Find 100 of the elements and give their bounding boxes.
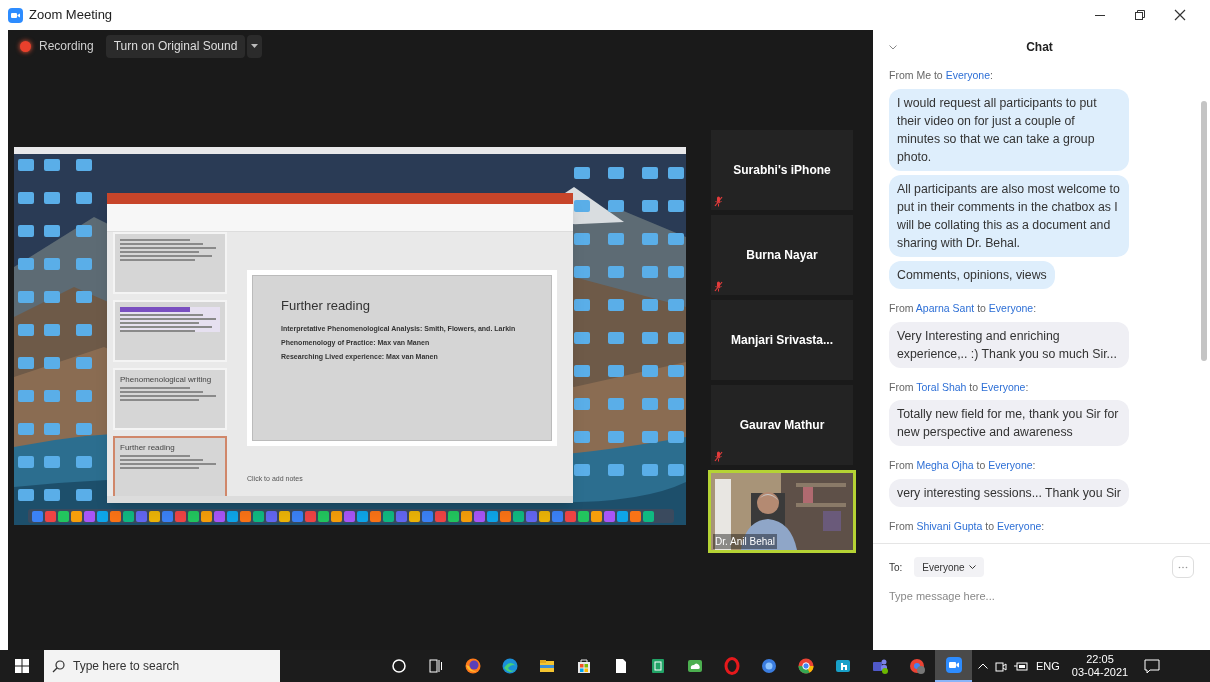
folder-icon (608, 299, 624, 311)
folder-icon (44, 258, 60, 270)
folder-icon (574, 233, 590, 245)
battery-plug-icon[interactable] (1014, 660, 1028, 672)
folder-icon (574, 365, 590, 377)
chat-message: Totally new field for me, thank you Sir for new perspective and awareness (889, 400, 1129, 447)
folder-icon (44, 390, 60, 402)
folder-icon (537, 657, 556, 675)
folder-icon (668, 431, 684, 443)
folder-icon (18, 291, 34, 303)
folder-icon (642, 332, 658, 344)
restore-icon (1134, 9, 1146, 21)
folder-icon (574, 266, 590, 278)
folder-icon (642, 167, 658, 179)
folder-icon (608, 365, 624, 377)
close-icon (1174, 9, 1186, 21)
dropdown-caret-icon (968, 565, 976, 569)
folder-icon (76, 159, 92, 171)
folder-icon (18, 456, 34, 468)
message-input[interactable]: Type message here... (889, 586, 1194, 606)
folder-icon (668, 365, 684, 377)
participant-name: Manjari Srivasta... (730, 332, 833, 349)
folder-icon (574, 167, 590, 179)
globe-icon (759, 657, 778, 675)
slide-thumbnail[interactable] (113, 300, 227, 362)
folder-icon (76, 258, 92, 270)
folder-icon (18, 258, 34, 270)
folder-icon (642, 299, 658, 311)
message-header: From Aparna Sant to Everyone: (889, 300, 1038, 316)
folder-icon (76, 423, 92, 435)
caret-icon (251, 44, 259, 48)
cortana-circle-icon (389, 657, 408, 675)
original-sound-button[interactable]: Turn on Original Sound (105, 34, 246, 58)
folder-icon (44, 456, 60, 468)
windows-logo-icon (15, 659, 29, 673)
folder-icon (668, 332, 684, 344)
zoom-logo-icon (8, 7, 23, 23)
window-title: Zoom Meeting (29, 6, 113, 25)
message-header: From Megha Ojha to Everyone: (889, 458, 1037, 474)
folder-icon (642, 431, 658, 443)
folder-icon (76, 225, 92, 237)
thumbnail-title: Further reading (120, 443, 176, 453)
sound-options-button[interactable] (247, 34, 263, 58)
folder-icon (668, 233, 684, 245)
collapse-chevron-icon[interactable] (889, 44, 897, 50)
folder-icon (608, 167, 624, 179)
chevron-up-icon[interactable] (978, 663, 988, 669)
folder-icon (668, 266, 684, 278)
folder-icon (18, 225, 34, 237)
task-view-icon (426, 657, 445, 675)
folder-icon (608, 431, 624, 443)
cloud-icon (685, 657, 704, 675)
people-icon (870, 657, 889, 675)
clock-time[interactable]: 22:05 (1086, 653, 1114, 666)
participant-name: Surabhi's iPhone (733, 162, 831, 179)
chat-title: Chat (1026, 39, 1054, 56)
slide-thumbnail[interactable]: Phenomenological writing (113, 368, 227, 430)
folder-icon (608, 266, 624, 278)
folder-icon (608, 200, 624, 212)
recording-label: Recording (39, 38, 94, 55)
folder-icon (574, 431, 590, 443)
folder-icon (44, 324, 60, 336)
folder-icon (668, 299, 684, 311)
scrollbar[interactable] (1201, 101, 1207, 361)
chat-message: very interesting sessions... Thank you Sir (889, 479, 1129, 507)
folder-icon (76, 291, 92, 303)
notification-icon[interactable] (1144, 658, 1161, 674)
folder-icon (76, 489, 92, 501)
meet-camera-icon[interactable] (995, 659, 1007, 673)
taskbar-app-button[interactable] (935, 650, 972, 682)
slide-thumbnail[interactable] (113, 232, 227, 294)
chat-message: Comments, opinions, views (889, 260, 1055, 289)
video-camera-icon (944, 656, 963, 674)
chat-message: All participants are also most welcome to put in their comments in the chatbox as I will be collating this as a document and sharing with Dr. Behal. (889, 174, 1129, 257)
message-header: From Me to Everyone: (889, 68, 994, 83)
folder-icon (668, 464, 684, 476)
folder-icon (44, 291, 60, 303)
folder-icon (608, 233, 624, 245)
folder-icon (44, 192, 60, 204)
folder-icon (608, 464, 624, 476)
recipient-dropdown[interactable]: Everyone (914, 557, 984, 577)
fox-globe-icon (463, 657, 482, 675)
folder-icon (574, 200, 590, 212)
to-label: To: (889, 560, 903, 575)
slide-thumbnail[interactable]: Further reading (113, 436, 227, 496)
ring-icon (722, 657, 741, 675)
folder-icon (44, 489, 60, 501)
folder-icon (76, 456, 92, 468)
folder-icon (642, 233, 658, 245)
search-icon (52, 659, 65, 673)
search-field[interactable]: Type here to search (44, 650, 280, 682)
folder-icon (76, 390, 92, 402)
slide-title: Further reading (281, 297, 371, 315)
folder-icon (574, 398, 590, 410)
clock-date[interactable]: 03-04-2021 (1071, 666, 1129, 679)
folder-icon (18, 324, 34, 336)
participant-name: Gaurav Mathur (739, 417, 825, 434)
folder-icon (642, 365, 658, 377)
participant-name: Dr. Anil Behal (713, 534, 778, 549)
language-indicator[interactable]: ENG (1036, 657, 1060, 675)
